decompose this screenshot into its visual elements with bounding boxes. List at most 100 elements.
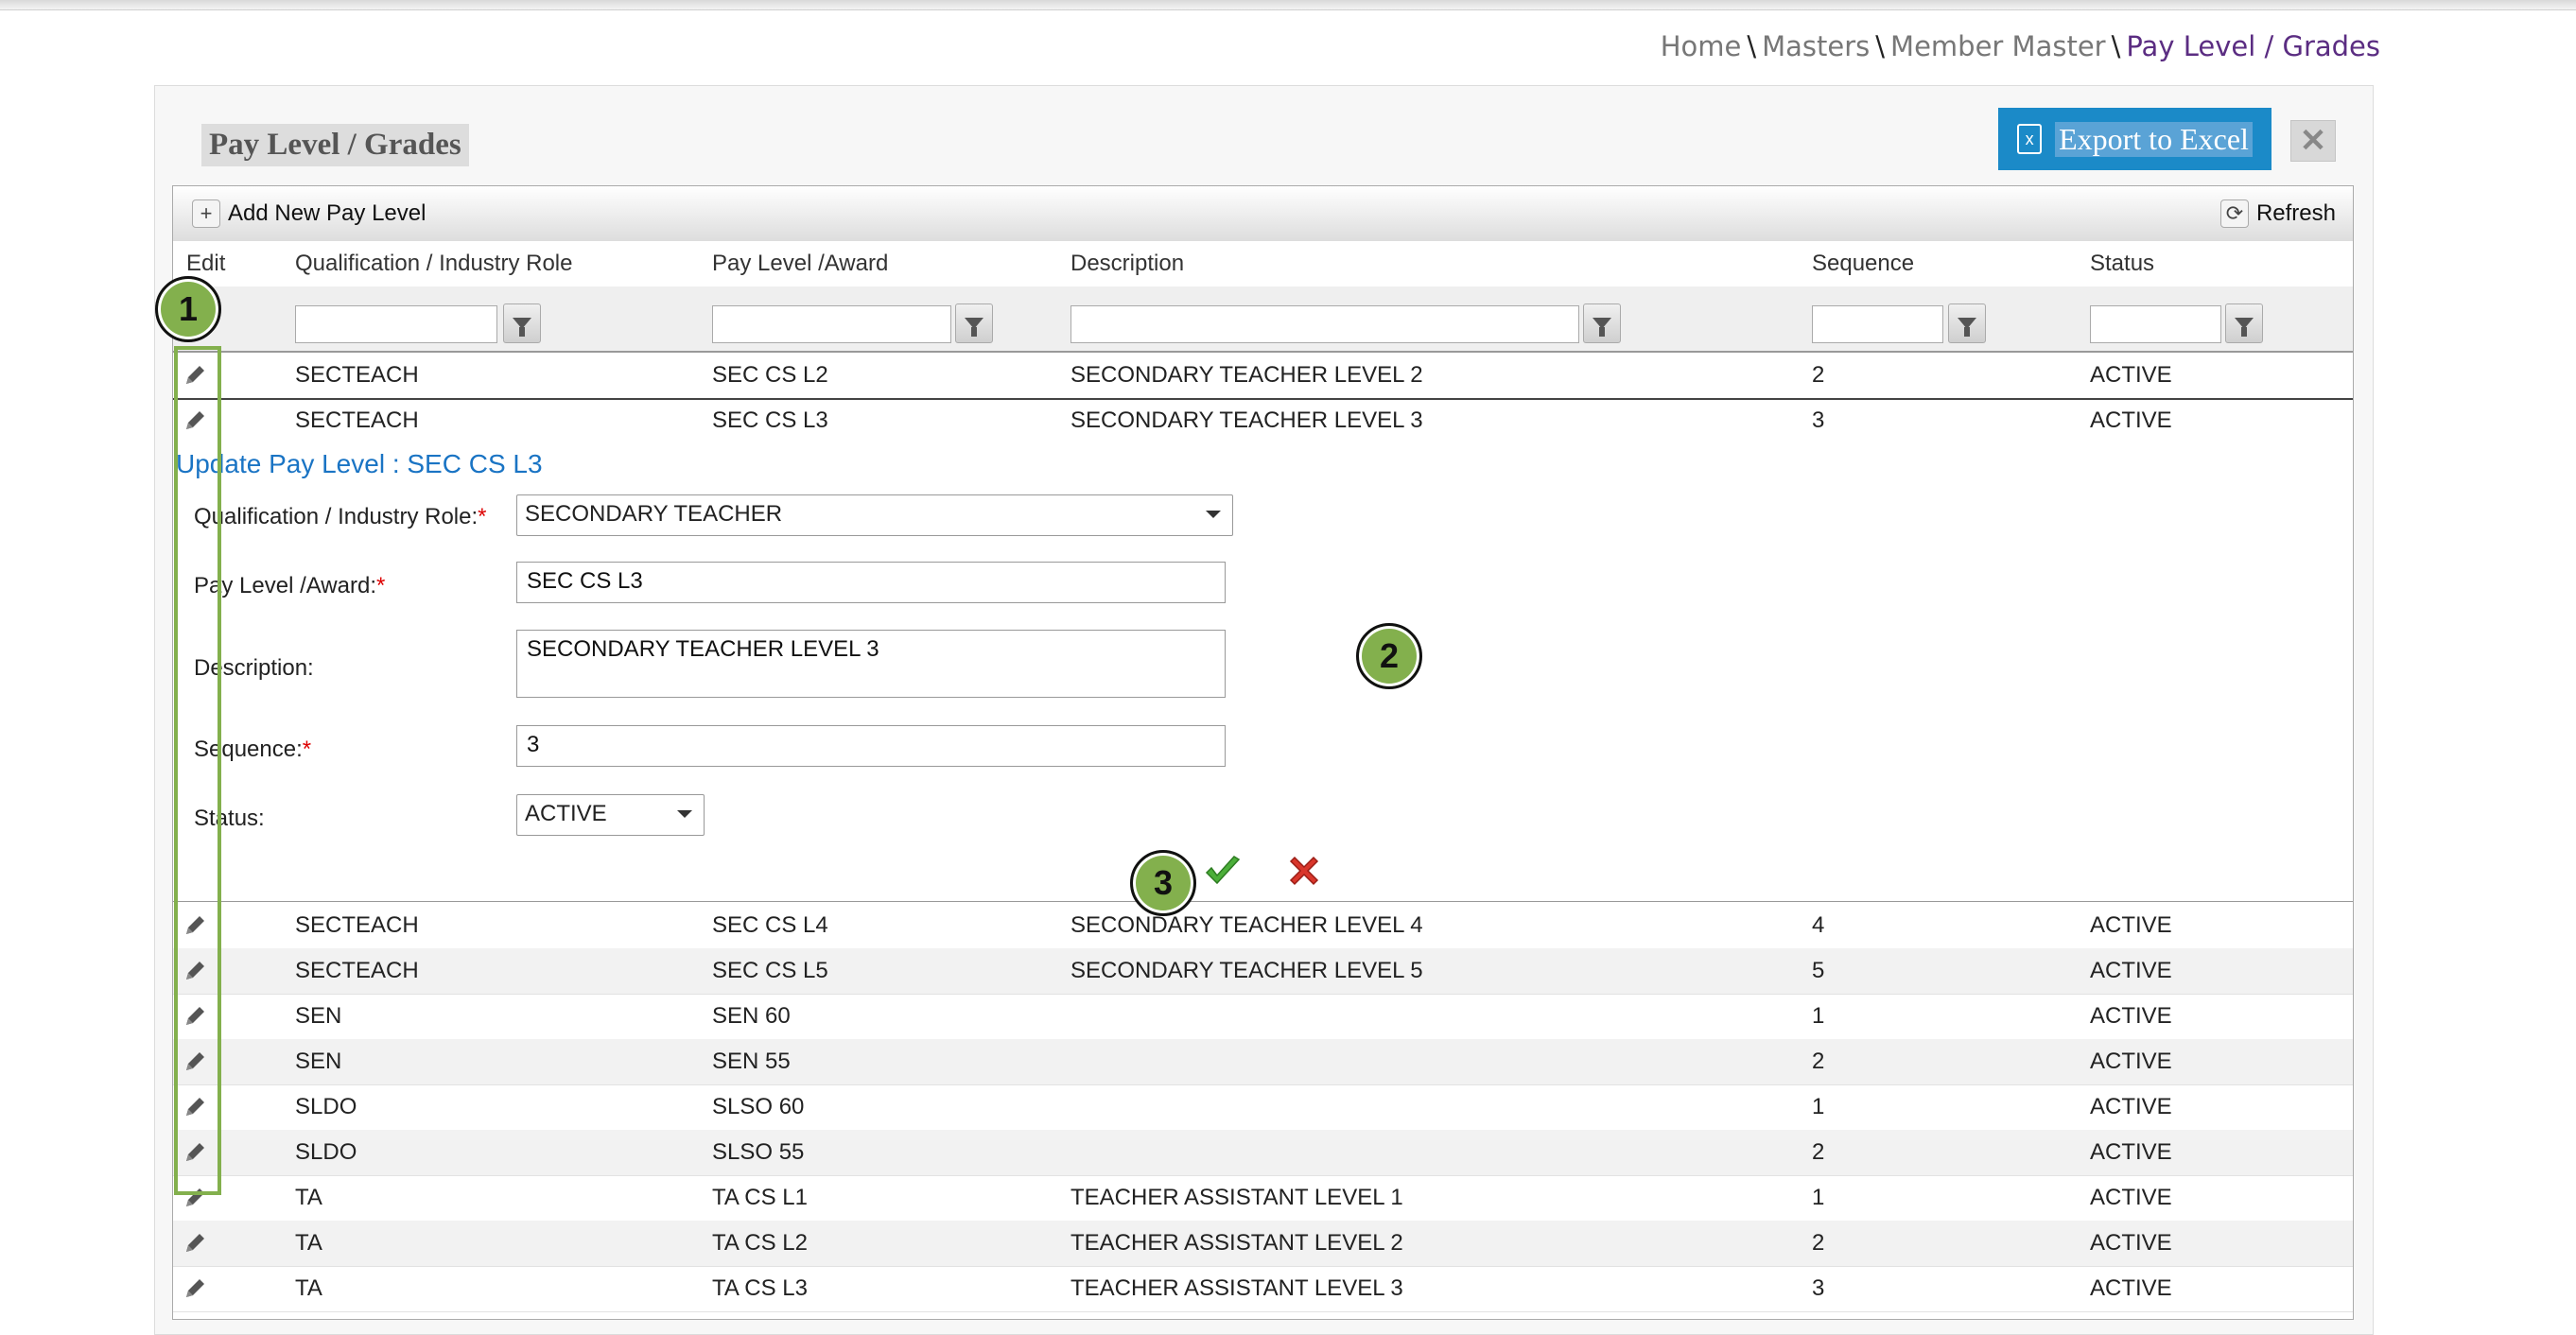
filter-icon [2235, 318, 2254, 337]
filter-paylevel-button[interactable] [955, 303, 993, 343]
col-description[interactable]: Description [1070, 251, 1184, 277]
refresh-button[interactable]: ⟳ Refresh [2219, 199, 2336, 228]
sequence-input[interactable]: 3 [516, 725, 1226, 767]
filter-icon [513, 318, 531, 337]
cell-sequence: 2 [1812, 1230, 1825, 1256]
cell-qualification: SECTEACH [295, 958, 419, 983]
col-qualification[interactable]: Qualification / Industry Role [295, 251, 572, 277]
edit-column-highlight [174, 346, 221, 1195]
export-to-excel-button[interactable]: x Export to Excel [1998, 108, 2271, 170]
cell-status: ACTIVE [2090, 958, 2172, 983]
qualification-label: Qualification / Industry Role:* [194, 504, 486, 530]
pencil-icon[interactable] [181, 1274, 209, 1303]
pencil-icon[interactable] [181, 1229, 209, 1257]
required-mark: * [376, 573, 386, 598]
filter-status-button[interactable] [2225, 303, 2263, 343]
table-row: TA TA CS L3 TEACHER ASSISTANT LEVEL 3 3 ACTI… [173, 1266, 2353, 1312]
close-icon[interactable]: ✕ [2290, 120, 2336, 162]
filter-icon [1593, 318, 1611, 337]
cell-qualification: TA [295, 1275, 322, 1301]
cell-status: ACTIVE [2090, 1003, 2172, 1029]
cell-sequence: 3 [1812, 407, 1825, 433]
cell-paylevel: TA CS L2 [712, 1230, 808, 1256]
cell-qualification: SEN [295, 1003, 342, 1029]
filter-sequence-button[interactable] [1948, 303, 1986, 343]
cell-status: ACTIVE [2090, 1094, 2172, 1119]
cell-paylevel: SLSO 60 [712, 1094, 805, 1119]
col-paylevel[interactable]: Pay Level /Award [712, 251, 888, 277]
cancel-x-icon[interactable] [1287, 854, 1321, 893]
cell-status: ACTIVE [2090, 912, 2172, 938]
table-row: SECTEACH SEC CS L5 SECONDARY TEACHER LEVEL… [173, 948, 2353, 995]
cell-status: ACTIVE [2090, 1275, 2172, 1301]
required-mark: * [302, 737, 312, 762]
cell-description: SECONDARY TEACHER LEVEL 5 [1070, 958, 1423, 983]
breadcrumb-home[interactable]: Home [1661, 30, 1742, 62]
status-select[interactable]: ACTIVE [516, 794, 705, 836]
annotation-badge-2: 2 [1356, 623, 1422, 689]
cell-paylevel: SEN 55 [712, 1049, 791, 1074]
grid-header: Edit Qualification / Industry Role Pay L… [173, 241, 2353, 287]
filter-qualification-input[interactable] [295, 305, 497, 343]
cell-paylevel: TA CS L1 [712, 1185, 808, 1210]
col-status[interactable]: Status [2090, 251, 2154, 277]
browser-top-shade [0, 0, 2576, 10]
filter-description-button[interactable] [1583, 303, 1621, 343]
table-row: SECTEACH SEC CS L4 SECONDARY TEACHER LEVEL… [173, 903, 2353, 949]
cell-paylevel: SEN 60 [712, 1003, 791, 1029]
cell-qualification: TA [295, 1185, 322, 1210]
cell-paylevel: SLSO 55 [712, 1139, 805, 1165]
table-row: SECTEACH SEC CS L2 SECONDARY TEACHER LEV… [173, 353, 2353, 400]
chevron-down-icon [1206, 511, 1221, 518]
table-row: SECTEACH SEC CS L3 SECONDARY TEACHER LEV… [173, 398, 2353, 445]
cell-sequence: 1 [1812, 1185, 1825, 1210]
cell-qualification: SEN [295, 1049, 342, 1074]
table-row: SEN SEN 55 2 ACTIVE [173, 1039, 2353, 1085]
filter-row [173, 286, 2353, 353]
qualification-select-value: SECONDARY TEACHER [525, 501, 783, 527]
cell-status: ACTIVE [2090, 1230, 2172, 1256]
col-sequence[interactable]: Sequence [1812, 251, 1914, 277]
cell-sequence: 2 [1812, 1049, 1825, 1074]
filter-icon [965, 318, 983, 337]
cell-qualification: SLDO [295, 1139, 357, 1165]
cell-status: ACTIVE [2090, 407, 2172, 433]
cell-description: SECONDARY TEACHER LEVEL 3 [1070, 407, 1423, 433]
required-mark: * [478, 504, 487, 529]
filter-icon [1958, 318, 1976, 337]
breadcrumb-masters[interactable]: Masters [1762, 30, 1870, 62]
cell-sequence: 2 [1812, 362, 1825, 388]
cell-status: ACTIVE [2090, 1139, 2172, 1165]
plus-icon: + [192, 199, 220, 228]
add-new-pay-level-button[interactable]: + Add New Pay Level [192, 199, 426, 228]
breadcrumb-separator: \ [2111, 30, 2121, 62]
update-pay-level-form: Update Pay Level : SEC CS L3 Qualificati… [173, 443, 2353, 902]
filter-status-input[interactable] [2090, 305, 2221, 343]
export-label: Export to Excel [2055, 121, 2253, 157]
paylevel-input[interactable]: SEC CS L3 [516, 562, 1226, 603]
cell-sequence: 1 [1812, 1094, 1825, 1119]
filter-qualification-button[interactable] [503, 303, 541, 343]
cell-sequence: 1 [1812, 1003, 1825, 1029]
cell-description: SECONDARY TEACHER LEVEL 2 [1070, 362, 1423, 388]
filter-paylevel-input[interactable] [712, 305, 951, 343]
cell-paylevel: SEC CS L4 [712, 912, 828, 938]
cell-qualification: SLDO [295, 1094, 357, 1119]
description-textarea[interactable]: SECONDARY TEACHER LEVEL 3 [516, 630, 1226, 698]
table-row: SEN SEN 60 1 ACTIVE [173, 994, 2353, 1040]
breadcrumb-member-master[interactable]: Member Master [1890, 30, 2106, 62]
form-title: Update Pay Level : SEC CS L3 [176, 449, 543, 478]
paylevel-grid: + Add New Pay Level ⟳ Refresh Edit Quali… [172, 185, 2354, 1320]
table-row: TA TA CS L2 TEACHER ASSISTANT LEVEL 2 2 ACTI… [173, 1221, 2353, 1267]
cell-status: ACTIVE [2090, 1049, 2172, 1074]
qualification-label-text: Qualification / Industry Role: [194, 504, 479, 529]
save-checkmark-icon[interactable] [1204, 856, 1242, 893]
cell-qualification: SECTEACH [295, 407, 419, 433]
breadcrumb-separator: \ [1875, 30, 1886, 62]
qualification-select[interactable]: SECONDARY TEACHER [516, 494, 1233, 536]
filter-description-input[interactable] [1070, 305, 1579, 343]
annotation-badge-3: 3 [1130, 850, 1196, 916]
table-row: SLDO SLSO 55 2 ACTIVE [173, 1130, 2353, 1176]
filter-sequence-input[interactable] [1812, 305, 1943, 343]
breadcrumb-current: Pay Level / Grades [2126, 30, 2380, 62]
